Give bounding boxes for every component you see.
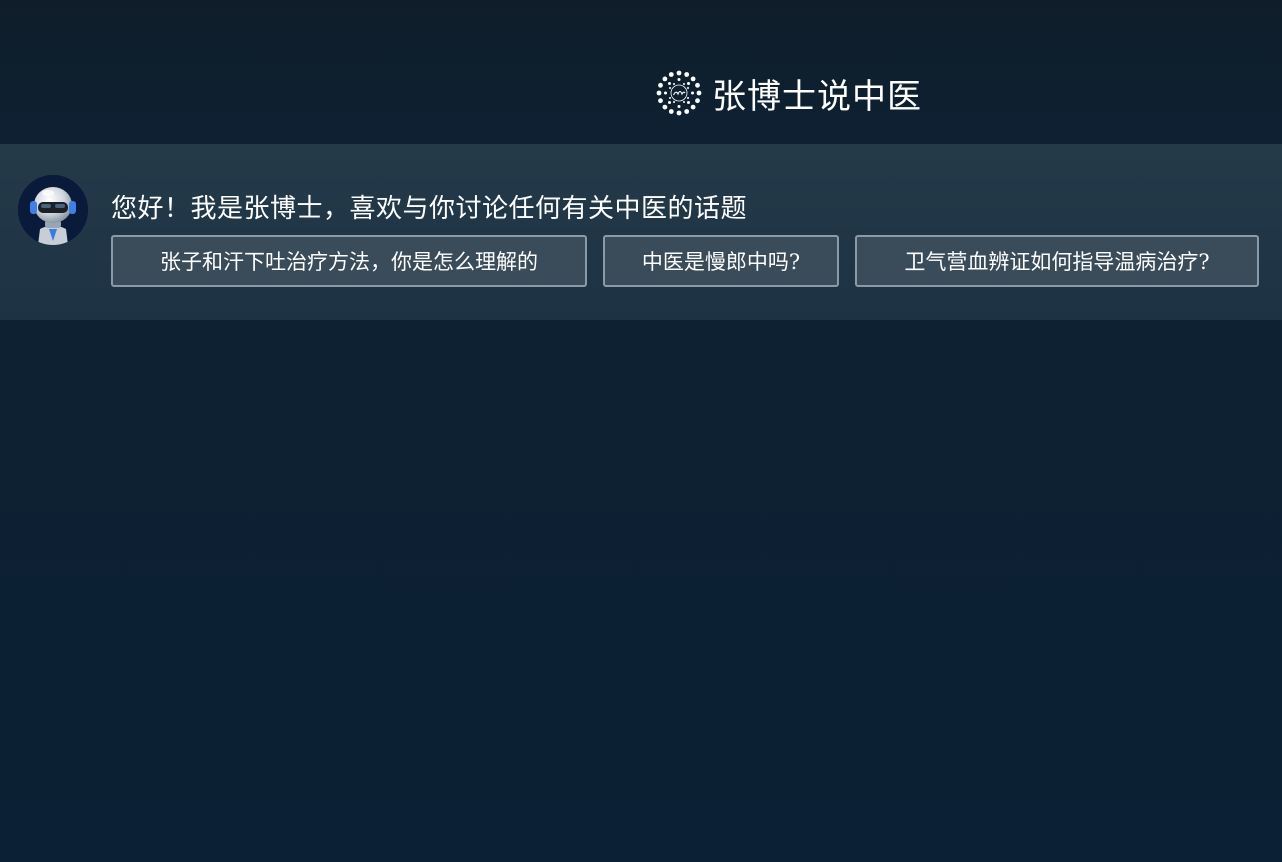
brand: 张博士说中医: [656, 70, 922, 117]
suggestion-button-3[interactable]: 卫气营血辨证如何指导温病治疗?: [855, 235, 1259, 287]
header-bar: 张博士说中医: [0, 0, 1282, 144]
dotted-circle-logo-icon: [656, 70, 702, 116]
chat-message-panel: 您好！我是张博士，喜欢与你讨论任何有关中医的话题 张子和汗下吐治疗方法，你是怎么…: [0, 144, 1282, 320]
suggestion-button-2[interactable]: 中医是慢郎中吗?: [603, 235, 839, 287]
suggestion-button-1[interactable]: 张子和汗下吐治疗方法，你是怎么理解的: [111, 235, 587, 287]
robot-avatar-icon: [18, 175, 88, 245]
app-title: 张博士说中医: [712, 76, 922, 117]
bot-greeting-message: 您好！我是张博士，喜欢与你讨论任何有关中医的话题: [111, 194, 748, 224]
